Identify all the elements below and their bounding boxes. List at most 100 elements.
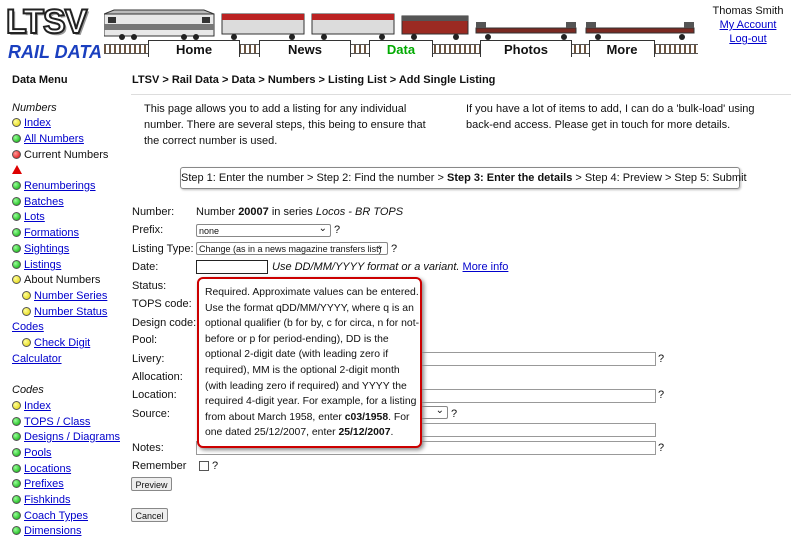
sidebar-item-label[interactable]: Renumberings: [24, 180, 96, 192]
sidebar-item-label[interactable]: Lots: [24, 211, 45, 223]
sidebar-item-label[interactable]: Index: [24, 117, 51, 129]
yellow-dot-icon: [12, 118, 21, 127]
sidebar-item-label[interactable]: Codes: [12, 321, 44, 333]
prefix-select[interactable]: none: [196, 222, 331, 237]
sidebar-item-label: About Numbers: [24, 274, 101, 286]
sidebar-item-batches[interactable]: Batches: [12, 195, 64, 210]
green-dot-icon: [12, 448, 21, 457]
sidebar-item-locations[interactable]: Locations: [12, 462, 71, 477]
sidebar-item-pools[interactable]: Pools: [12, 446, 52, 461]
logout-link[interactable]: Log-out: [729, 33, 766, 45]
sidebar-item-label[interactable]: Pools: [24, 447, 52, 459]
user-panel: Thomas Smith My Account Log-out: [700, 4, 796, 46]
listing-type-help[interactable]: ?: [391, 243, 397, 255]
allocation-label: Allocation:: [132, 371, 183, 383]
sidebar-item-label[interactable]: Designs / Diagrams: [24, 431, 120, 443]
logo-rail-data: RAIL DATA: [8, 42, 102, 62]
remember-checkbox[interactable]: [199, 461, 209, 471]
more-info-link[interactable]: More info: [463, 261, 509, 273]
sidebar-item-label[interactable]: Locations: [24, 463, 71, 475]
sidebar-item-calculator[interactable]: Calculator: [12, 352, 62, 367]
yellow-dot-icon: [22, 291, 31, 300]
preview-button[interactable]: Preview: [131, 477, 172, 491]
listing-type-select[interactable]: Change (as in a news magazine transfers …: [196, 242, 388, 255]
sidebar-item-label[interactable]: Listings: [24, 259, 61, 271]
tab-data[interactable]: Data: [369, 40, 433, 57]
sidebar-item-label[interactable]: Calculator: [12, 353, 62, 365]
date-label: Date:: [132, 261, 159, 273]
tab-more[interactable]: More: [589, 40, 655, 57]
sidebar-item-tops-class[interactable]: TOPS / Class: [12, 415, 90, 430]
source-detail-input[interactable]: [420, 423, 656, 437]
sidebar-item-listings[interactable]: Listings: [12, 258, 61, 273]
green-dot-icon: [12, 134, 21, 143]
sidebar-item-index[interactable]: Index: [12, 116, 51, 131]
sidebar-item-prefixes[interactable]: Prefixes: [12, 477, 64, 492]
sidebar-item-label[interactable]: All Numbers: [24, 133, 84, 145]
sidebar-item-lots[interactable]: Lots: [12, 210, 45, 225]
notes-label: Notes:: [132, 442, 164, 454]
sidebar-item-sightings[interactable]: Sightings: [12, 242, 69, 257]
green-dot-icon: [12, 511, 21, 520]
notes-help[interactable]: ?: [658, 442, 664, 454]
sidebar-item-label[interactable]: Check Digit: [34, 337, 90, 349]
train-banner-image: [104, 9, 695, 40]
logo-ltsv: LTSV: [5, 3, 88, 41]
tab-photos[interactable]: Photos: [480, 40, 572, 57]
sidebar-item-label[interactable]: Number Series: [34, 290, 107, 302]
sidebar-item-number-status[interactable]: Number Status: [22, 305, 107, 320]
sidebar-item-number-series[interactable]: Number Series: [22, 289, 107, 304]
date-hint-row: Use DD/MM/YYYY format or a variant. More…: [272, 261, 508, 273]
sidebar-item-label[interactable]: Prefixes: [24, 478, 64, 490]
sidebar-item-label[interactable]: Batches: [24, 196, 64, 208]
sidebar-item-codes[interactable]: Codes: [12, 320, 44, 335]
sidebar-item-label[interactable]: Fishkinds: [24, 494, 70, 506]
cancel-button[interactable]: Cancel: [131, 508, 168, 522]
sidebar-item-label[interactable]: TOPS / Class: [24, 416, 90, 428]
source-select[interactable]: [420, 404, 448, 419]
site-logo[interactable]: LTSV RAIL DATA: [5, 3, 104, 62]
prefix-help[interactable]: ?: [334, 224, 340, 236]
green-dot-icon: [12, 479, 21, 488]
number-series-text: in series: [268, 206, 316, 218]
remember-help[interactable]: ?: [212, 460, 218, 472]
breadcrumb: LTSV > Rail Data > Data > Numbers > List…: [132, 74, 496, 86]
listing-type-label: Listing Type:: [132, 243, 194, 255]
sidebar-item-check-digit[interactable]: Check Digit: [22, 336, 90, 351]
sidebar-item-designs-diagrams[interactable]: Designs / Diagrams: [12, 430, 120, 445]
design-code-label: Design code:: [132, 317, 197, 329]
location-help[interactable]: ?: [658, 389, 664, 401]
green-dot-icon: [12, 181, 21, 190]
sidebar-item-coach-types[interactable]: Coach Types: [12, 509, 88, 524]
green-dot-icon: [12, 417, 21, 426]
source-help[interactable]: ?: [451, 408, 457, 420]
sidebar-item-warning[interactable]: [12, 164, 22, 179]
sidebar-item-formations[interactable]: Formations: [12, 226, 79, 241]
sidebar-item-label[interactable]: Dimensions: [24, 525, 81, 537]
location-input[interactable]: [420, 389, 656, 403]
green-dot-icon: [12, 260, 21, 269]
tab-news[interactable]: News: [259, 40, 351, 57]
remember-label: Remember: [132, 460, 187, 472]
sidebar-item-all-numbers[interactable]: All Numbers: [12, 132, 84, 147]
intro-text-left: This page allows you to add a listing fo…: [144, 103, 426, 147]
sidebar-item-fishkinds[interactable]: Fishkinds: [12, 493, 70, 508]
sidebar-item-renumberings[interactable]: Renumberings: [12, 179, 96, 194]
warning-icon[interactable]: [12, 165, 22, 174]
livery-input[interactable]: [420, 352, 656, 366]
my-account-link[interactable]: My Account: [720, 19, 777, 31]
sidebar-item-codes-index[interactable]: Index: [12, 399, 51, 414]
date-help-tooltip: Required. Approximate values can be ente…: [197, 277, 422, 448]
sidebar-item-label[interactable]: Formations: [24, 227, 79, 239]
sidebar-item-label[interactable]: Number Status: [34, 306, 107, 318]
livery-help[interactable]: ?: [658, 353, 664, 365]
number-value: 20007: [238, 206, 269, 218]
date-hint: Use DD/MM/YYYY format or a variant.: [272, 261, 460, 273]
sidebar-item-label[interactable]: Sightings: [24, 243, 69, 255]
date-input[interactable]: [196, 260, 268, 274]
sidebar-item-label[interactable]: Index: [24, 400, 51, 412]
site-header: LTSV RAIL DATA Home News Data Photos Mor…: [0, 0, 800, 66]
tab-home[interactable]: Home: [148, 40, 240, 57]
sidebar-item-label[interactable]: Coach Types: [24, 510, 88, 522]
intro-text-right: If you have a lot of items to add, I can…: [466, 103, 755, 131]
